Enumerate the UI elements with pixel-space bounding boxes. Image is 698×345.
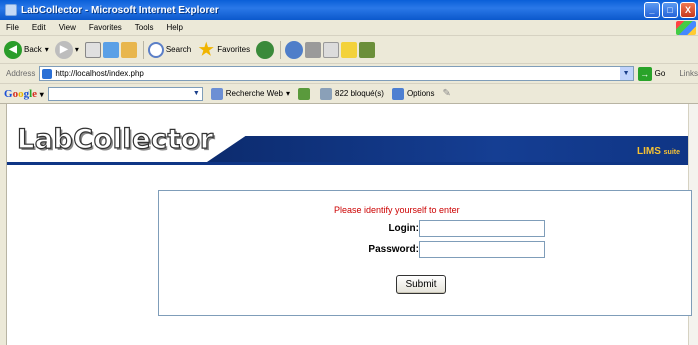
toolbar-separator [142,40,144,59]
menu-help[interactable]: Help [166,23,182,32]
mail-icon[interactable] [285,40,304,59]
search-icon [147,41,164,58]
ie-app-icon [5,4,17,16]
back-button[interactable]: ◀ Back ▾ [4,40,49,59]
page-content: LabCollector LIMS suite Please identify … [0,104,698,345]
close-button[interactable]: X [680,2,696,18]
go-arrow-icon: → [637,66,652,81]
google-menu-dropdown-icon: ▾ [39,89,44,99]
windows-logo-icon [676,21,696,35]
window-left-border [0,104,7,345]
options-label: Options [406,89,435,98]
google-toolbar: Google ▾ ▼ Recherche Web ▾ 822 bloqué(s)… [0,84,698,104]
options-icon [391,87,404,100]
menu-view[interactable]: View [59,23,76,32]
google-logo-letter: G [4,87,13,100]
password-label: Password: [368,244,419,255]
search-button[interactable]: Search [147,41,192,58]
window-title: LabCollector - Microsoft Internet Explor… [21,4,219,16]
popup-blocker-button[interactable]: 822 bloqué(s) [320,87,384,100]
links-button[interactable]: Links [679,69,698,78]
menu-bar: File Edit View Favorites Tools Help [0,20,698,36]
binoculars-icon [210,87,223,100]
refresh-icon[interactable] [102,41,119,58]
menu-favorites[interactable]: Favorites [89,23,122,32]
web-search-dropdown-icon: ▾ [286,89,291,98]
popup-blocked-count: 822 bloqué(s) [335,89,384,98]
password-row: Password: [349,241,545,258]
favorites-label: Favorites [217,45,251,54]
suite-label: suite [663,149,680,156]
pagerank-icon[interactable] [298,87,311,100]
back-label: Back [24,45,42,54]
toolbar-separator [280,40,282,59]
banner-underline [7,162,688,165]
web-search-button[interactable]: Recherche Web ▾ [210,87,291,100]
stop-icon[interactable] [84,41,101,58]
back-dropdown-icon[interactable]: ▾ [45,45,49,54]
menu-tools[interactable]: Tools [135,23,154,32]
menu-file[interactable]: File [6,23,19,32]
lims-suite-badge: LIMS suite [637,146,680,157]
menu-edit[interactable]: Edit [32,23,46,32]
search-label: Search [165,45,192,54]
forward-dropdown-icon[interactable]: ▾ [75,45,79,54]
folder-icon[interactable] [341,41,358,58]
home-icon[interactable] [120,41,137,58]
labcollector-banner: LabCollector LIMS suite [7,118,688,165]
standard-toolbar: ◀ Back ▾ ▶ ▾ Search ★ Favorites [0,36,698,64]
address-input[interactable]: http://localhost/index.php ▼ [39,66,634,81]
print-icon[interactable] [305,41,322,58]
favorites-button[interactable]: ★ Favorites [197,39,251,59]
address-url: http://localhost/index.php [55,69,144,78]
google-search-input[interactable]: ▼ [47,86,203,101]
back-arrow-icon: ◀ [4,40,22,59]
login-form: Please identify yourself to enter Login:… [158,190,692,316]
banner-bar [207,136,688,162]
forward-arrow-icon: ▶ [54,40,73,59]
messenger-icon[interactable] [359,41,376,58]
title-bar: LabCollector - Microsoft Internet Explor… [0,0,698,20]
lims-label: LIMS [636,146,661,157]
password-input[interactable] [419,241,545,258]
login-row: Login: [369,220,545,237]
labcollector-logo: LabCollector [16,123,214,155]
edit-icon[interactable] [323,41,340,58]
highlight-pencil-icon[interactable]: ✎ [443,88,451,99]
window-controls: _ □ X [644,2,696,18]
forward-button[interactable]: ▶ ▾ [54,40,79,59]
login-input[interactable] [419,220,545,237]
google-logo[interactable]: Google ▾ [4,88,44,100]
login-prompt: Please identify yourself to enter [334,205,460,215]
star-icon: ★ [198,39,214,59]
submit-button[interactable]: Submit [396,275,446,294]
google-logo-letter: e [32,87,38,100]
options-button[interactable]: Options [391,87,435,100]
minimize-button[interactable]: _ [644,2,660,18]
history-icon[interactable] [256,40,275,59]
go-button[interactable]: → Go [637,66,666,81]
login-label: Login: [388,223,419,234]
popup-blocker-icon [320,87,333,100]
maximize-button[interactable]: □ [662,2,678,18]
address-dropdown-icon[interactable]: ▼ [619,67,633,80]
address-bar: Address http://localhost/index.php ▼ → G… [0,64,698,84]
address-label: Address [6,69,36,78]
go-label: Go [654,69,666,78]
google-search-dropdown-icon[interactable]: ▼ [191,88,202,100]
web-search-label: Recherche Web [225,89,283,98]
page-icon [42,68,53,79]
